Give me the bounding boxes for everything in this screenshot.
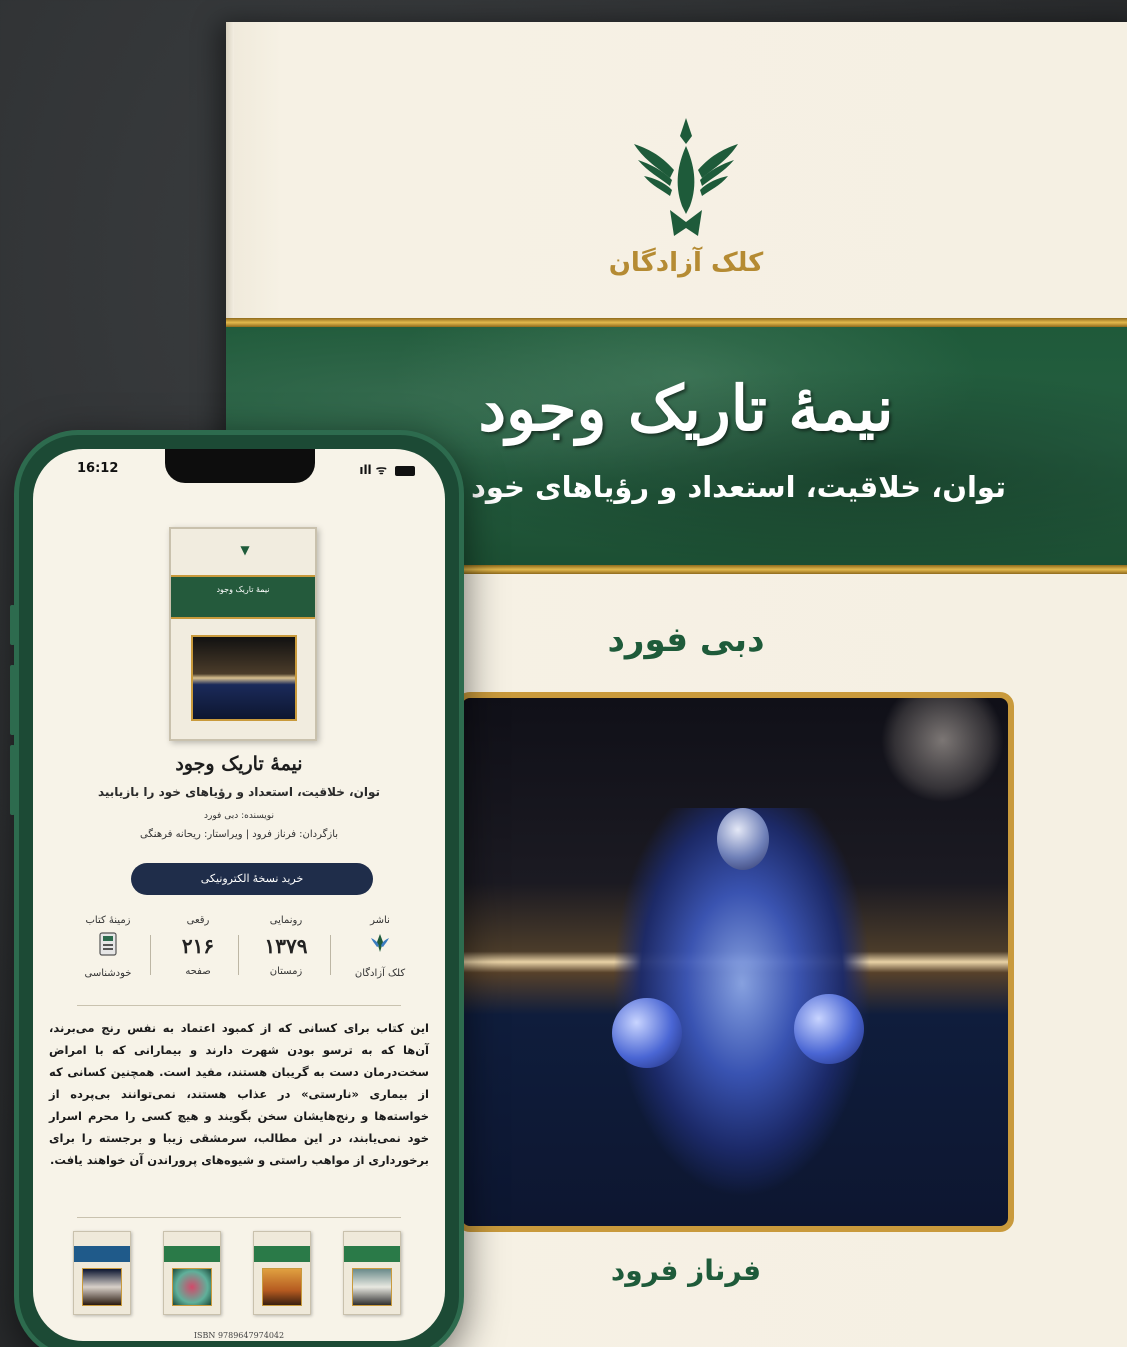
book-thumbnail[interactable]: ▼ نیمهٔ تاریک وجود xyxy=(169,527,317,741)
book-stats: ناشر کلک آزادگان رونمایی ۱۳۷۹ زمستان رقع… xyxy=(63,915,425,995)
status-time: 16:12 xyxy=(77,461,119,476)
book-title: نیمهٔ تاریک وجود xyxy=(478,372,894,445)
phone-volume-down xyxy=(10,745,15,815)
mini-publisher-logo-icon: ▼ xyxy=(240,543,250,557)
stat-value: ۱۳۷۹ xyxy=(264,934,308,958)
related-book-thumb[interactable] xyxy=(73,1231,131,1315)
phone-side-button xyxy=(10,605,15,645)
isbn: ISBN 9789647974042 xyxy=(193,1331,285,1340)
mini-title-band xyxy=(171,577,315,617)
author-line: نویسنده: دبی فورد xyxy=(204,811,274,821)
publisher-logo-icon xyxy=(371,934,389,952)
publisher-name: کلک آزادگان xyxy=(608,248,764,278)
status-icons: ıll ᯤ xyxy=(359,461,415,478)
phone-notch xyxy=(165,449,315,483)
stat-value: ۲۱۶ xyxy=(181,934,215,958)
page-title: نیمهٔ تاریک وجود xyxy=(175,753,303,775)
orb-left xyxy=(612,998,682,1068)
stat-label: زمینهٔ کتاب xyxy=(85,915,131,926)
credits-line: بازگردان: فرناز فرود | ویراستار: ریحانه … xyxy=(139,829,339,840)
stat-pages: رقعی ۲۱۶ صفحه xyxy=(153,915,243,995)
stat-release: رونمایی ۱۳۷۹ زمستان xyxy=(241,915,331,995)
thumb-image xyxy=(352,1268,392,1306)
publisher-logo-icon xyxy=(634,118,738,236)
stat-category: زمینهٔ کتاب خودشناسی xyxy=(63,915,153,995)
stat-label: رونمایی xyxy=(269,915,303,926)
phone-screen: 16:12 ıll ᯤ ▼ نیمهٔ تاریک وجود نیمهٔ تار… xyxy=(33,449,445,1341)
book-author: دبی فورد xyxy=(607,620,765,660)
page-subtitle: توان، خلاقیت، استعداد و رؤیاهای خود را ب… xyxy=(97,785,381,799)
signal-wifi-icon: ıll ᯤ xyxy=(359,463,387,477)
cover-illustration xyxy=(456,692,1014,1232)
thumb-image xyxy=(172,1268,212,1306)
stat-publisher: ناشر کلک آزادگان xyxy=(335,915,425,995)
book-description: این کتاب برای کسانی که از کمبود اعتماد ب… xyxy=(49,1021,429,1167)
stat-caption: زمستان xyxy=(269,966,303,977)
buy-ebook-button[interactable]: خرید نسخهٔ الکترونیکی xyxy=(131,863,373,895)
stat-caption: کلک آزادگان xyxy=(354,968,406,979)
phone-mockup: 16:12 ıll ᯤ ▼ نیمهٔ تاریک وجود نیمهٔ تار… xyxy=(10,430,464,1347)
mini-cover-image xyxy=(191,635,297,721)
stat-label: ناشر xyxy=(370,915,390,926)
book-translator: فرناز فرود xyxy=(610,1254,762,1287)
thumb-band xyxy=(74,1246,130,1262)
thumb-band xyxy=(254,1246,310,1262)
calculator-icon xyxy=(99,932,117,956)
phone-volume-up xyxy=(10,665,15,735)
thumb-image xyxy=(262,1268,302,1306)
battery-icon xyxy=(395,465,415,476)
divider xyxy=(77,1217,401,1218)
divider xyxy=(77,1005,401,1006)
figure-head xyxy=(717,808,769,870)
related-book-thumb[interactable] xyxy=(253,1231,311,1315)
gold-divider-top xyxy=(226,318,1127,327)
thumb-band xyxy=(164,1246,220,1262)
mini-cover-title: نیمهٔ تاریک وجود xyxy=(216,585,270,594)
stat-caption: صفحه xyxy=(185,966,211,977)
thumb-image xyxy=(82,1268,122,1306)
thumb-band xyxy=(344,1246,400,1262)
stat-label: رقعی xyxy=(186,915,210,926)
stat-caption: خودشناسی xyxy=(84,968,132,979)
related-books xyxy=(73,1231,405,1323)
related-book-thumb[interactable] xyxy=(163,1231,221,1315)
mini-gold-line xyxy=(171,617,315,619)
orb-right xyxy=(794,994,864,1064)
related-book-thumb[interactable] xyxy=(343,1231,401,1315)
